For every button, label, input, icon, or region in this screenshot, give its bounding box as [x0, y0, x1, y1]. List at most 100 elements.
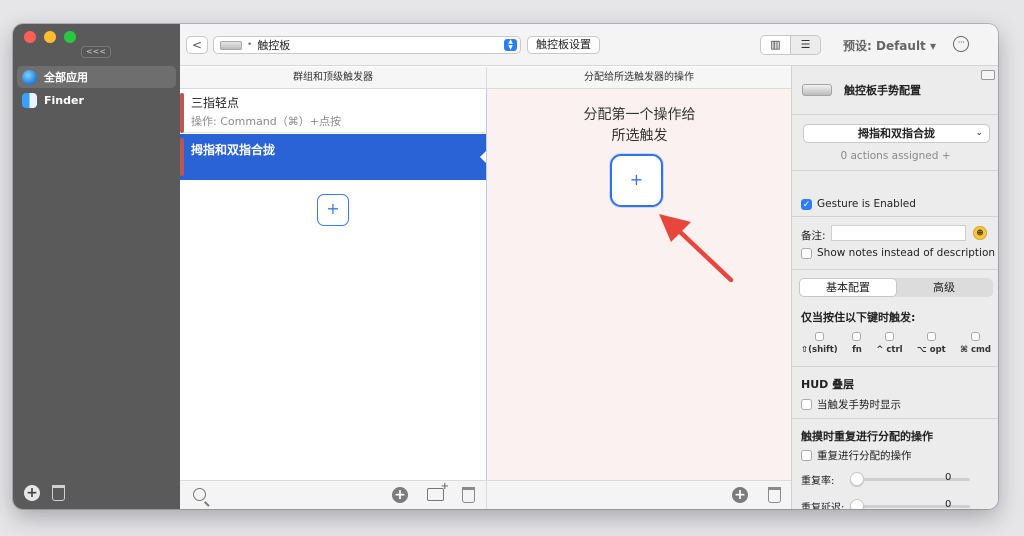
trackpad-settings-button[interactable]: 触控板设置 — [527, 36, 600, 54]
checkbox-box — [852, 332, 862, 341]
modifier-ctrl[interactable]: ^ ctrl — [876, 332, 903, 355]
triggers-bottom-bar: + — [180, 480, 486, 509]
sidebar: <<< 全部应用 Finder + — [13, 24, 180, 509]
assign-prompt-line: 所选触发 — [611, 128, 668, 144]
repeat-delay-value: 0 — [945, 499, 952, 509]
checkmark-icon: ✓ — [801, 198, 812, 210]
chevron-down-icon: ⌄ — [975, 128, 983, 138]
repeat-rate-value: 0 — [945, 472, 952, 483]
checkbox-box — [884, 332, 894, 341]
trigger-title: 三指轻点 — [191, 96, 240, 110]
repeat-rate-label: 重复率: — [801, 476, 835, 487]
delete-trigger-trash-icon[interactable] — [462, 487, 475, 503]
checkbox-box — [801, 399, 812, 410]
modifier-cmd[interactable]: ⌘ cmd — [960, 332, 991, 355]
checkbox-box — [801, 450, 812, 461]
emoji-picker-icon[interactable]: ☻ — [973, 226, 987, 240]
notes-label: 备注: — [801, 230, 826, 242]
minimize-window-button[interactable] — [44, 31, 56, 43]
more-options-icon[interactable]: ··· — [953, 36, 969, 52]
show-notes-checkbox[interactable]: Show notes instead of description — [801, 247, 995, 259]
inspector-title: 触控板手势配置 — [844, 84, 921, 97]
back-button[interactable]: < — [186, 36, 208, 54]
modifier-opt[interactable]: ⌥ opt — [917, 332, 946, 355]
separator-dot: • — [247, 40, 253, 50]
gesture-enabled-checkbox[interactable]: ✓ Gesture is Enabled — [801, 198, 916, 210]
preset-selector[interactable]: 预设: Default ▾ — [843, 37, 936, 54]
modifier-keys: ⇧(shift) fn ^ ctrl ⌥ opt ⌘ cmd — [801, 332, 991, 355]
slider-knob[interactable] — [850, 472, 864, 486]
annotation-arrow-icon — [659, 214, 734, 283]
hud-show-checkbox[interactable]: 当触发手势时显示 — [801, 397, 901, 412]
hud-section-title: HUD 叠层 — [801, 378, 855, 391]
list-view-icon[interactable]: ☰ — [791, 36, 820, 54]
delete-app-trash-icon[interactable] — [52, 485, 65, 501]
modifier-section-title: 仅当按住以下键时触发: — [801, 311, 916, 324]
slider-knob[interactable] — [850, 499, 864, 509]
tab-basic[interactable]: 基本配置 — [800, 279, 896, 296]
repeat-actions-checkbox[interactable]: 重复进行分配的操作 — [801, 448, 912, 463]
app-window: <<< 全部应用 Finder + < • 触控板 ▲ ▼ 触控板设置 ▥ ☰ 预… — [13, 24, 998, 509]
detach-window-icon[interactable] — [981, 70, 995, 80]
add-action-plus-button[interactable]: + — [732, 487, 748, 503]
inspector-tabs: 基本配置 高级 — [799, 278, 993, 297]
checkbox-box — [814, 332, 824, 341]
gesture-type-select[interactable]: 拇指和双指合拢 ⌄ — [803, 124, 990, 143]
modifier-shift[interactable]: ⇧(shift) — [801, 332, 838, 355]
checkbox-box — [926, 332, 936, 341]
actions-bottom-bar: + — [486, 480, 791, 509]
repeat-delay-label: 重复延迟: — [801, 503, 845, 509]
checkbox-box — [801, 247, 812, 259]
sidebar-item-label: 全部应用 — [44, 71, 88, 84]
trackpad-icon — [802, 84, 832, 96]
trigger-row[interactable]: 三指轻点 操作: Command（⌘）+点按 — [180, 89, 486, 133]
repeat-actions-label: 重复进行分配的操作 — [817, 450, 912, 462]
modifier-label: ⌥ opt — [917, 345, 946, 355]
repeat-rate-slider[interactable] — [850, 472, 970, 486]
globe-icon — [22, 69, 37, 85]
add-trigger-plus-button[interactable]: + — [392, 487, 408, 503]
gesture-enabled-label: Gesture is Enabled — [817, 198, 916, 210]
device-select[interactable]: • 触控板 ▲ ▼ — [213, 36, 521, 54]
sidebar-item-label: Finder — [44, 93, 84, 107]
new-folder-icon[interactable] — [427, 481, 449, 501]
add-action-button[interactable]: + — [610, 154, 663, 207]
trigger-color-marker — [180, 138, 184, 176]
repeat-delay-slider[interactable] — [850, 499, 970, 509]
divider — [792, 216, 998, 217]
delete-action-trash-icon[interactable] — [768, 487, 781, 503]
tab-advanced[interactable]: 高级 — [896, 279, 992, 296]
search-icon[interactable] — [193, 488, 206, 501]
trigger-color-marker — [180, 93, 184, 133]
assign-action-prompt: 分配第一个操作给 所选触发 — [487, 105, 792, 147]
actions-panel: 分配第一个操作给 所选触发 + — [486, 89, 791, 480]
actions-column-header: 分配给所选触发器的操作 — [486, 67, 791, 89]
triggers-list: 三指轻点 操作: Command（⌘）+点按 拇指和双指合拢 + — [180, 89, 487, 480]
triggers-column-header: 群组和顶级触发器 — [180, 67, 486, 89]
updown-chevron-icon: ▲ ▼ — [504, 39, 517, 51]
sidebar-item-finder[interactable]: Finder — [17, 89, 176, 111]
add-trigger-button[interactable]: + — [317, 194, 349, 226]
view-mode-toggle[interactable]: ▥ ☰ — [760, 35, 821, 55]
modifier-label: ⇧(shift) — [801, 345, 838, 355]
divider — [792, 418, 998, 419]
notes-input[interactable] — [831, 225, 966, 241]
trigger-row-selected[interactable]: 拇指和双指合拢 — [180, 134, 487, 180]
modifier-label: ^ ctrl — [876, 345, 903, 355]
zoom-window-button[interactable] — [64, 31, 76, 43]
gesture-select-value: 拇指和双指合拢 — [858, 127, 935, 140]
sidebar-footer: + — [24, 485, 65, 501]
finder-icon — [22, 92, 37, 108]
window-controls — [24, 31, 76, 43]
divider — [792, 114, 998, 115]
actions-assigned-count[interactable]: 0 actions assigned + — [792, 150, 998, 162]
modifier-fn[interactable]: fn — [852, 332, 862, 355]
checkbox-box — [971, 332, 981, 341]
sidebar-item-all-apps[interactable]: 全部应用 — [17, 66, 176, 88]
add-app-button[interactable]: + — [24, 485, 40, 501]
columns-view-icon[interactable]: ▥ — [761, 36, 791, 54]
close-window-button[interactable] — [24, 31, 36, 43]
modifier-label: fn — [852, 345, 862, 355]
collapse-sidebar-button[interactable]: <<< — [81, 46, 111, 58]
divider — [792, 170, 998, 171]
